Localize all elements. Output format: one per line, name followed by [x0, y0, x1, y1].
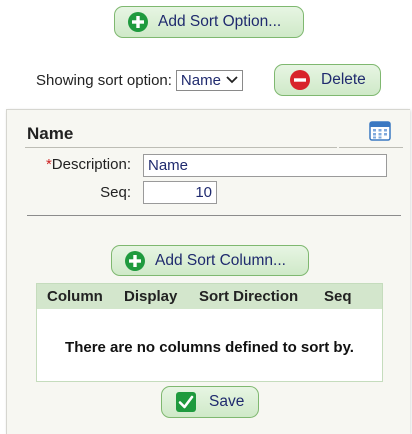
column-header-seq[interactable]: Seq — [324, 288, 352, 305]
seq-label: Seq: — [100, 184, 131, 201]
plus-circle-icon — [127, 11, 149, 33]
seq-input[interactable]: 10 — [143, 181, 217, 204]
description-input[interactable]: Name — [143, 154, 387, 177]
showing-sort-option-label: Showing sort option: — [36, 71, 172, 89]
delete-button[interactable]: Delete — [274, 64, 381, 96]
checkmark-icon — [175, 391, 197, 413]
description-label: *Description: — [33, 156, 131, 173]
title-divider — [25, 147, 337, 148]
add-sort-column-label: Add Sort Column... — [155, 251, 286, 269]
add-sort-option-label: Add Sort Option... — [158, 13, 282, 30]
minus-circle-icon — [289, 69, 311, 91]
calendar-icon[interactable] — [369, 120, 391, 142]
title-divider-right — [339, 147, 403, 148]
sort-option-panel: Name *Description: Name Seq: 10 Add Sort… — [6, 109, 410, 434]
plus-circle-icon — [124, 250, 146, 272]
add-sort-option-button[interactable]: Add Sort Option... — [114, 6, 304, 38]
column-header-column[interactable]: Column — [47, 288, 103, 305]
column-header-display[interactable]: Display — [124, 288, 177, 305]
sort-columns-table: Column Display Sort Direction Seq There … — [36, 283, 383, 382]
delete-label: Delete — [321, 71, 366, 88]
panel-title: Name — [27, 124, 74, 143]
save-button[interactable]: Save — [161, 386, 259, 418]
save-label: Save — [209, 393, 245, 410]
add-sort-column-button[interactable]: Add Sort Column... — [111, 245, 309, 276]
sort-option-selector-row: Showing sort option: Name — [36, 64, 243, 96]
chevron-down-icon — [226, 76, 238, 84]
section-divider — [27, 215, 401, 216]
sort-option-selected-value: Name — [180, 71, 221, 89]
table-header-row: Column Display Sort Direction Seq — [37, 284, 382, 309]
column-header-sort-direction[interactable]: Sort Direction — [199, 288, 298, 305]
empty-table-message: There are no columns defined to sort by. — [65, 339, 354, 356]
description-label-text: Description: — [51, 156, 131, 173]
sort-option-select[interactable]: Name — [175, 69, 243, 91]
